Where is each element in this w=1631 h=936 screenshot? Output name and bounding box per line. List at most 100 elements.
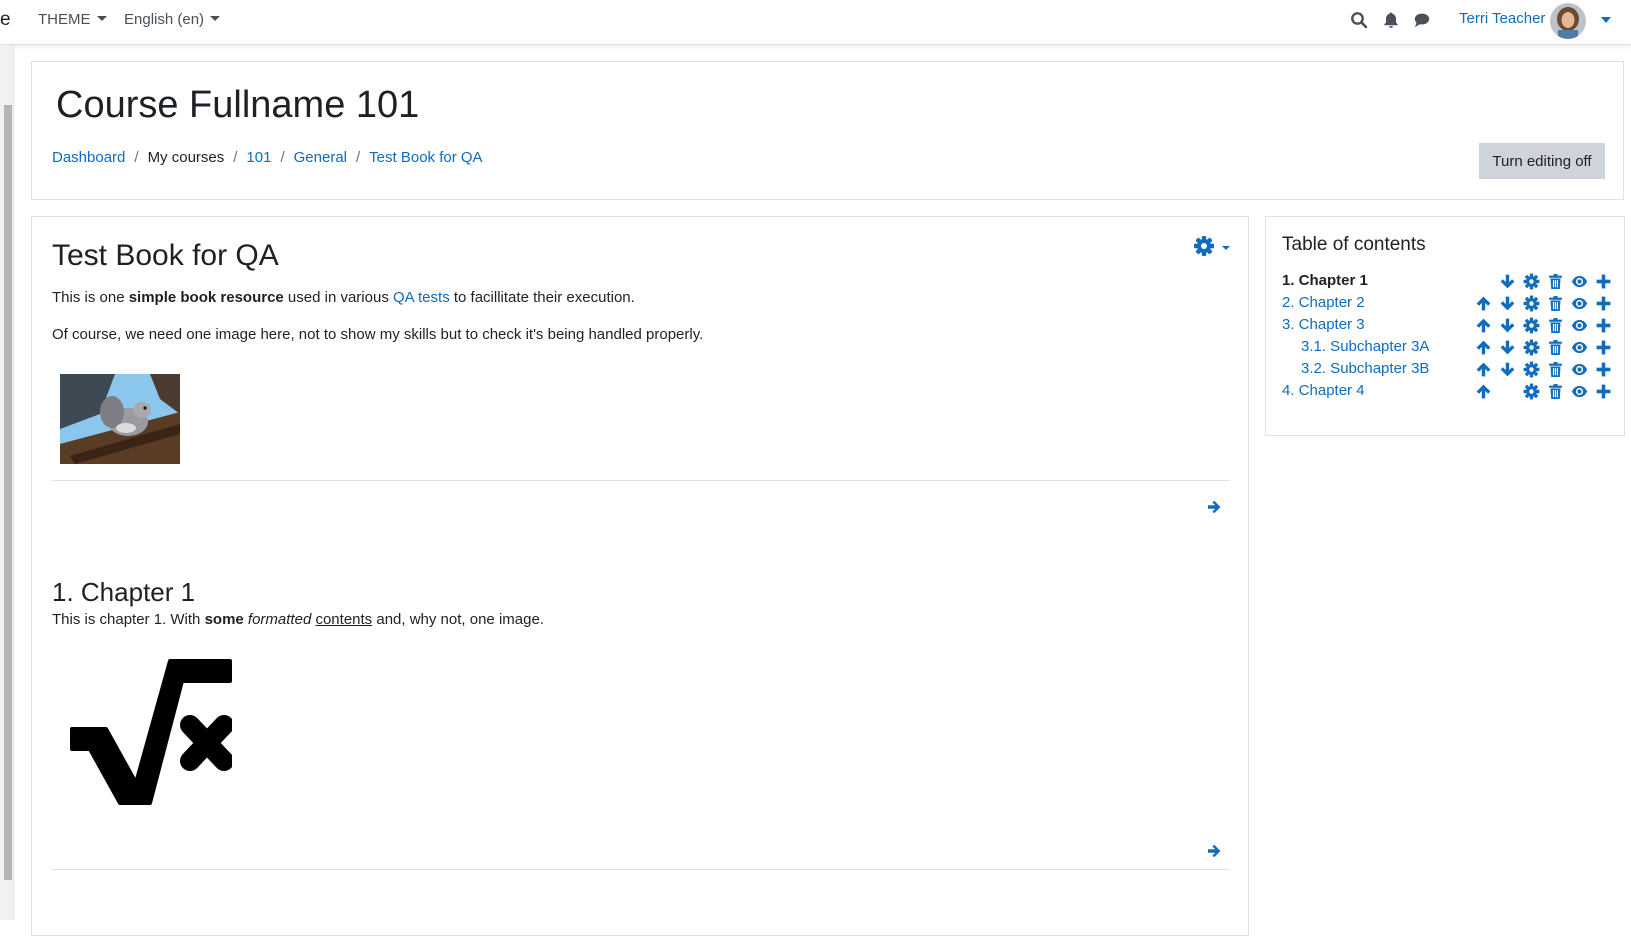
gear-icon [1194, 236, 1230, 256]
table-of-contents: Table of contents 1. Chapter 1 2. Chapter… [1265, 216, 1625, 436]
top-navbar: e THEME English (en) Terri Teacher [0, 0, 1631, 45]
add-plus-icon[interactable] [1595, 383, 1612, 400]
edit-gear-icon[interactable] [1523, 295, 1540, 312]
toc-item: 1. Chapter 1 [1282, 272, 1612, 294]
next-chapter-arrow-icon[interactable] [1205, 842, 1223, 860]
chapter-underline-text: contents [315, 611, 373, 628]
breadcrumb-separator: / [356, 149, 361, 166]
caret-down-icon [96, 16, 107, 21]
delete-trash-icon[interactable] [1547, 339, 1564, 356]
squirrel-image [60, 374, 180, 464]
scrollbar-thumb[interactable] [4, 105, 12, 880]
toc-item-link[interactable]: 3.1. Subchapter 3A [1301, 338, 1429, 355]
edit-gear-icon[interactable] [1523, 383, 1540, 400]
main-content: Test Book for QA This is one simple book… [31, 216, 1249, 936]
toc-item-link[interactable]: 2. Chapter 2 [1282, 294, 1365, 311]
breadcrumb-section[interactable]: General [294, 149, 347, 166]
user-avatar[interactable] [1550, 3, 1586, 39]
breadcrumb: Dashboard / My courses / 101 / General /… [52, 149, 483, 166]
user-menu-caret-icon[interactable] [1601, 17, 1611, 23]
actions-menu[interactable] [1193, 234, 1233, 260]
book-title: Test Book for QA [52, 239, 279, 272]
delete-trash-icon[interactable] [1547, 317, 1564, 334]
messages-icon[interactable] [1413, 11, 1431, 29]
square-root-image [60, 653, 234, 809]
move-up-arrow-icon[interactable] [1475, 295, 1492, 312]
move-up-arrow-icon[interactable] [1475, 339, 1492, 356]
delete-trash-icon[interactable] [1547, 295, 1564, 312]
hide-eye-icon[interactable] [1571, 295, 1588, 312]
add-plus-icon[interactable] [1595, 273, 1612, 290]
toc-item: 3. Chapter 3 [1282, 316, 1612, 338]
toc-item-link[interactable]: 3.2. Subchapter 3B [1301, 360, 1429, 377]
notification-bell-icon[interactable] [1382, 11, 1400, 29]
chapter-title: 1. Chapter 1 [52, 577, 196, 607]
intro-text: used in various [283, 289, 393, 306]
edit-gear-icon[interactable] [1523, 273, 1540, 290]
page-title: Course Fullname 101 [56, 84, 420, 126]
move-down-arrow-icon[interactable] [1499, 317, 1516, 334]
toc-item: 3.2. Subchapter 3B [1282, 360, 1612, 382]
user-name[interactable]: Terri Teacher [1459, 10, 1545, 27]
intro-bold-text: simple book resource [128, 289, 284, 306]
toc-item-link[interactable]: 4. Chapter 4 [1282, 382, 1365, 399]
toc-title: Table of contents [1282, 234, 1426, 255]
theme-menu[interactable]: THEME [38, 11, 107, 28]
site-name-fragment[interactable]: e [0, 9, 11, 31]
intro-text: to facillitate their execution. [449, 289, 635, 306]
toc-item: 4. Chapter 4 [1282, 382, 1612, 404]
qa-tests-link[interactable]: QA tests [393, 289, 450, 306]
scrollbar[interactable] [0, 45, 14, 920]
toc-item-link[interactable]: 3. Chapter 3 [1282, 316, 1365, 333]
intro-paragraph: This is one simple book resource used in… [52, 289, 635, 306]
add-plus-icon[interactable] [1595, 295, 1612, 312]
move-down-arrow-icon[interactable] [1499, 273, 1516, 290]
intro-text: This is one [52, 289, 129, 306]
edit-gear-icon[interactable] [1523, 361, 1540, 378]
breadcrumb-book[interactable]: Test Book for QA [369, 149, 482, 166]
divider [52, 480, 1230, 481]
toc-item: 3.1. Subchapter 3A [1282, 338, 1612, 360]
language-menu-label: English (en) [124, 11, 205, 28]
delete-trash-icon[interactable] [1547, 383, 1564, 400]
move-up-arrow-icon[interactable] [1475, 361, 1492, 378]
turn-editing-off-button[interactable]: Turn editing off [1479, 143, 1605, 179]
move-down-arrow-icon[interactable] [1499, 295, 1516, 312]
delete-trash-icon[interactable] [1547, 273, 1564, 290]
add-plus-icon[interactable] [1595, 339, 1612, 356]
breadcrumb-separator: / [280, 149, 285, 166]
breadcrumb-separator: / [134, 149, 139, 166]
toc-item: 2. Chapter 2 [1282, 294, 1612, 316]
breadcrumb-separator: / [233, 149, 238, 166]
hide-eye-icon[interactable] [1571, 339, 1588, 356]
intro-paragraph-2: Of course, we need one image here, not t… [52, 326, 704, 343]
edit-gear-icon[interactable] [1523, 339, 1540, 356]
hide-eye-icon[interactable] [1571, 383, 1588, 400]
chapter-text: This is chapter 1. With [52, 611, 205, 628]
add-plus-icon[interactable] [1595, 317, 1612, 334]
chapter-bold-text: some [204, 611, 244, 628]
add-plus-icon[interactable] [1595, 361, 1612, 378]
toc-item-label-current: 1. Chapter 1 [1282, 272, 1368, 289]
breadcrumb-dashboard[interactable]: Dashboard [52, 149, 125, 166]
page-header: Course Fullname 101 Dashboard / My cours… [31, 61, 1624, 200]
move-down-arrow-icon[interactable] [1499, 361, 1516, 378]
hide-eye-icon[interactable] [1571, 273, 1588, 290]
hide-eye-icon[interactable] [1571, 317, 1588, 334]
language-menu[interactable]: English (en) [124, 11, 221, 28]
chapter-italic-text: formatted [247, 611, 312, 628]
next-chapter-arrow-icon[interactable] [1205, 498, 1223, 516]
chapter-text: and, why not, one image. [372, 611, 544, 628]
edit-gear-icon[interactable] [1523, 317, 1540, 334]
delete-trash-icon[interactable] [1547, 361, 1564, 378]
divider [52, 869, 1230, 870]
move-up-arrow-icon[interactable] [1475, 317, 1492, 334]
breadcrumb-my-courses: My courses [147, 149, 225, 166]
move-up-arrow-icon[interactable] [1475, 383, 1492, 400]
move-down-arrow-icon[interactable] [1499, 339, 1516, 356]
search-icon[interactable] [1350, 11, 1368, 29]
caret-down-icon [210, 16, 221, 21]
breadcrumb-course[interactable]: 101 [246, 149, 271, 166]
hide-eye-icon[interactable] [1571, 361, 1588, 378]
theme-menu-label: THEME [38, 11, 91, 28]
